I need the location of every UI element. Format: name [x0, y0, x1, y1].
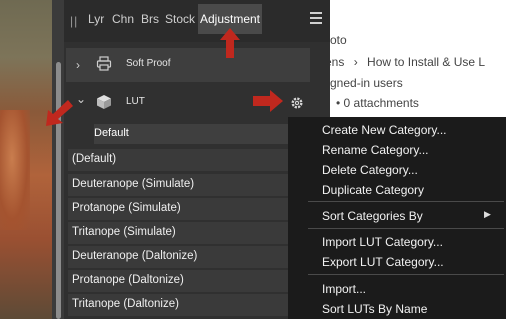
lut-list-item[interactable]: Tritanope (Daltonize): [68, 294, 312, 316]
tab-brushes[interactable]: Brs: [141, 12, 159, 26]
lut-list-item-label: Tritanope (Simulate): [72, 226, 176, 238]
tab-stock[interactable]: Stock: [165, 12, 195, 26]
lut-list-item-label: Tritanope (Daltonize): [72, 298, 179, 310]
bg-breadcrumb: ens › How to Install & Use L: [325, 55, 485, 69]
menu-item-sort-luts-by-name[interactable]: Sort LUTs By Name: [322, 302, 427, 316]
annotation-arrow-right-icon: [253, 90, 283, 112]
chevron-right-icon[interactable]: ›: [76, 58, 80, 72]
lut-list-item[interactable]: Protanope (Daltonize): [68, 270, 312, 292]
menu-item-import-lut-category[interactable]: Import LUT Category...: [322, 235, 443, 249]
lut-list-item-label: (Default): [72, 153, 117, 165]
panel-grip-icon[interactable]: ||: [70, 14, 78, 28]
cube-icon: [97, 95, 111, 109]
lut-context-menu: Create New Category... Rename Category..…: [288, 117, 506, 319]
bg-signed-in: gned-in users: [330, 76, 403, 90]
menu-item-sort-categories-by[interactable]: Sort Categories By: [322, 209, 423, 223]
chevron-down-icon[interactable]: ⌄: [76, 92, 86, 106]
lut-label: LUT: [126, 96, 145, 107]
lut-list-item[interactable]: (Default): [68, 149, 312, 171]
tab-adjustment-label: Adjustment: [199, 12, 261, 26]
printer-icon: [96, 56, 112, 71]
bg-breadcrumb-page[interactable]: How to Install & Use L: [367, 55, 485, 69]
bg-attachments: • 0 attachments: [336, 96, 419, 110]
panel-tab-bar: || Lyr Chn Brs Stock Adjustment: [64, 0, 330, 42]
menu-item-create-new-category[interactable]: Create New Category...: [322, 123, 447, 137]
canvas-photo: [0, 0, 52, 319]
lut-list-item[interactable]: Deuteranope (Daltonize): [68, 246, 312, 268]
tab-layers[interactable]: Lyr: [88, 12, 104, 26]
menu-separator: [308, 274, 504, 275]
lut-list-item-label: Protanope (Simulate): [72, 202, 181, 214]
menu-separator: [308, 228, 504, 229]
lut-list-item[interactable]: Deuteranope (Simulate): [68, 174, 312, 196]
lut-category-value: Default: [94, 127, 129, 139]
lut-list-item[interactable]: Protanope (Simulate): [68, 198, 312, 220]
lut-list-item[interactable]: Tritanope (Simulate): [68, 222, 312, 244]
lut-list-item-label: Deuteranope (Daltonize): [72, 250, 198, 262]
soft-proof-label: Soft Proof: [126, 58, 171, 69]
bg-attachments-label[interactable]: 0 attachments: [344, 96, 419, 110]
menu-separator: [308, 201, 504, 202]
breadcrumb-separator-icon: ›: [353, 55, 358, 69]
menu-item-rename-category[interactable]: Rename Category...: [322, 143, 429, 157]
menu-item-import[interactable]: Import...: [322, 282, 366, 296]
lut-list-item-label: Deuteranope (Simulate): [72, 178, 195, 190]
hamburger-menu-icon[interactable]: [310, 12, 322, 27]
annotation-arrow-up-icon: [220, 28, 240, 58]
tab-channels[interactable]: Chn: [112, 12, 134, 26]
lut-list-item-label: Protanope (Daltonize): [72, 274, 184, 286]
submenu-arrow-icon: ▶: [484, 209, 491, 219]
menu-item-delete-category[interactable]: Delete Category...: [322, 163, 418, 177]
lut-category-select[interactable]: Default: [94, 124, 316, 144]
soft-proof-section[interactable]: › Soft Proof: [66, 48, 310, 82]
menu-item-export-lut-category[interactable]: Export LUT Category...: [322, 255, 444, 269]
scrollbar[interactable]: [52, 0, 64, 319]
bg-title-fragment: oto: [330, 33, 347, 47]
annotation-arrow-left-icon: [46, 100, 73, 126]
bullet-icon: •: [336, 96, 341, 110]
gear-icon[interactable]: [290, 96, 304, 110]
menu-item-duplicate-category[interactable]: Duplicate Category: [322, 183, 424, 197]
